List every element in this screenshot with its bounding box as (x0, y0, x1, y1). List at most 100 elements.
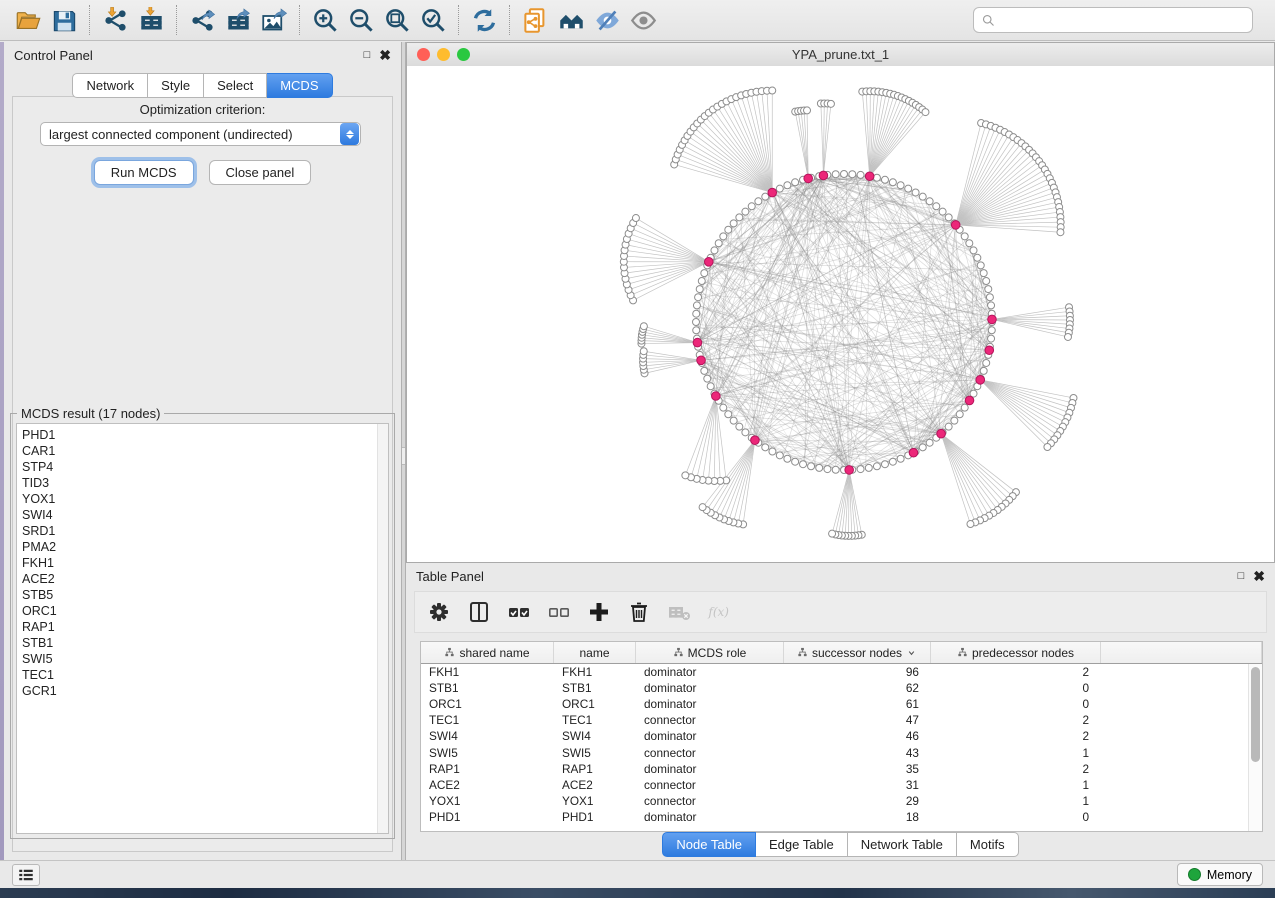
close-panel-button[interactable]: Close panel (209, 160, 312, 185)
table-row[interactable]: SWI4SWI4dominator462 (421, 728, 1262, 744)
cell-predecessor-nodes[interactable]: 2 (931, 665, 1101, 679)
tab-style[interactable]: Style (148, 73, 204, 98)
zoom-fit-icon[interactable] (379, 4, 415, 36)
cell-predecessor-nodes[interactable]: 1 (931, 746, 1101, 760)
cell-shared-name[interactable]: SWI5 (421, 746, 554, 760)
export-network-icon[interactable] (184, 4, 220, 36)
export-image-icon[interactable] (256, 4, 292, 36)
deselect-all-icon[interactable] (543, 597, 574, 628)
cell-predecessor-nodes[interactable]: 1 (931, 778, 1101, 792)
mcds-result-item[interactable]: SRD1 (22, 523, 388, 539)
hide-selected-icon[interactable] (589, 4, 625, 36)
cell-name[interactable]: FKH1 (554, 665, 636, 679)
column-header-predecessor-nodes[interactable]: predecessor nodes (931, 642, 1101, 663)
mcds-result-item[interactable]: GCR1 (22, 683, 388, 699)
tab-mcds[interactable]: MCDS (267, 73, 332, 98)
network-window-titlebar[interactable]: YPA_prune.txt_1 (407, 43, 1274, 67)
cell-name[interactable]: ACE2 (554, 778, 636, 792)
delete-column-icon[interactable] (623, 597, 654, 628)
column-header-successor-nodes[interactable]: successor nodes (784, 642, 931, 663)
search-input[interactable] (1001, 12, 1245, 29)
cell-mcds-role[interactable]: dominator (636, 810, 784, 824)
mcds-result-item[interactable]: SWI5 (22, 651, 388, 667)
cell-predecessor-nodes[interactable]: 0 (931, 810, 1101, 824)
mcds-result-item[interactable]: ACE2 (22, 571, 388, 587)
cell-successor-nodes[interactable]: 29 (784, 794, 931, 808)
mcds-result-item[interactable]: STB5 (22, 587, 388, 603)
cell-predecessor-nodes[interactable]: 2 (931, 762, 1101, 776)
duplicate-network-icon[interactable] (517, 4, 553, 36)
cell-predecessor-nodes[interactable]: 1 (931, 794, 1101, 808)
open-icon[interactable] (10, 4, 46, 36)
cell-successor-nodes[interactable]: 62 (784, 681, 931, 695)
cell-name[interactable]: RAP1 (554, 762, 636, 776)
table-row[interactable]: RAP1RAP1dominator352 (421, 761, 1262, 777)
cell-name[interactable]: SWI4 (554, 729, 636, 743)
tab-network[interactable]: Network (72, 73, 148, 98)
cell-predecessor-nodes[interactable]: 2 (931, 713, 1101, 727)
cell-name[interactable]: ORC1 (554, 697, 636, 711)
cell-shared-name[interactable]: ACE2 (421, 778, 554, 792)
save-icon[interactable] (46, 4, 82, 36)
zoom-selected-icon[interactable] (415, 4, 451, 36)
cell-shared-name[interactable]: FKH1 (421, 665, 554, 679)
refresh-icon[interactable] (466, 4, 502, 36)
search-box[interactable] (973, 7, 1253, 33)
mcds-result-item[interactable]: TID3 (22, 475, 388, 491)
table-row[interactable]: PHD1PHD1dominator180 (421, 809, 1262, 825)
cell-shared-name[interactable]: STB1 (421, 681, 554, 695)
cell-successor-nodes[interactable]: 61 (784, 697, 931, 711)
mcds-result-item[interactable]: PHD1 (22, 427, 388, 443)
cell-mcds-role[interactable]: dominator (636, 762, 784, 776)
column-header-shared-name[interactable]: shared name (421, 642, 554, 663)
column-visibility-icon[interactable] (463, 597, 494, 628)
cell-successor-nodes[interactable]: 47 (784, 713, 931, 727)
memory-button[interactable]: Memory (1177, 863, 1263, 886)
cell-successor-nodes[interactable]: 46 (784, 729, 931, 743)
mcds-result-item[interactable]: CAR1 (22, 443, 388, 459)
import-network-icon[interactable] (97, 4, 133, 36)
column-header-mcds-role[interactable]: MCDS role (636, 642, 784, 663)
first-neighbors-icon[interactable] (553, 4, 589, 36)
cell-shared-name[interactable]: YOX1 (421, 794, 554, 808)
select-all-icon[interactable] (503, 597, 534, 628)
cell-predecessor-nodes[interactable]: 0 (931, 697, 1101, 711)
table-row[interactable]: TEC1TEC1connector472 (421, 712, 1262, 728)
tab-network-table[interactable]: Network Table (848, 832, 957, 857)
table-row[interactable]: SWI5SWI5connector431 (421, 744, 1262, 760)
zoom-in-icon[interactable] (307, 4, 343, 36)
table-scrollbar[interactable] (1248, 664, 1262, 831)
criterion-dropdown[interactable]: largest connected component (undirected) (40, 122, 361, 146)
cell-shared-name[interactable]: PHD1 (421, 810, 554, 824)
show-all-icon[interactable] (625, 4, 661, 36)
tab-motifs[interactable]: Motifs (957, 832, 1019, 857)
table-scrollbar-thumb[interactable] (1251, 667, 1260, 762)
cell-mcds-role[interactable]: connector (636, 794, 784, 808)
column-header-name[interactable]: name (554, 642, 636, 663)
table-row[interactable]: YOX1YOX1connector291 (421, 793, 1262, 809)
mcds-result-item[interactable]: YOX1 (22, 491, 388, 507)
cell-name[interactable]: PHD1 (554, 810, 636, 824)
mcds-result-item[interactable]: STB1 (22, 635, 388, 651)
cell-mcds-role[interactable]: connector (636, 713, 784, 727)
cell-shared-name[interactable]: RAP1 (421, 762, 554, 776)
cell-mcds-role[interactable]: connector (636, 778, 784, 792)
splitter-grip[interactable] (402, 447, 405, 465)
import-table-icon[interactable] (133, 4, 169, 36)
float-panel-icon[interactable]: □ (364, 50, 371, 61)
mcds-result-item[interactable]: STP4 (22, 459, 388, 475)
cell-mcds-role[interactable]: connector (636, 746, 784, 760)
task-history-button[interactable] (12, 864, 40, 886)
mcds-result-list[interactable]: PHD1CAR1STP4TID3YOX1SWI4SRD1PMA2FKH1ACE2… (16, 423, 389, 834)
table-mode-gear-icon[interactable] (423, 597, 454, 628)
cell-successor-nodes[interactable]: 96 (784, 665, 931, 679)
export-table-icon[interactable] (220, 4, 256, 36)
cell-predecessor-nodes[interactable]: 2 (931, 729, 1101, 743)
mcds-list-scrollbar[interactable] (377, 424, 388, 833)
cell-predecessor-nodes[interactable]: 0 (931, 681, 1101, 695)
mcds-result-item[interactable]: TEC1 (22, 667, 388, 683)
cell-mcds-role[interactable]: dominator (636, 665, 784, 679)
tab-edge-table[interactable]: Edge Table (756, 832, 848, 857)
cell-shared-name[interactable]: ORC1 (421, 697, 554, 711)
cell-mcds-role[interactable]: dominator (636, 697, 784, 711)
